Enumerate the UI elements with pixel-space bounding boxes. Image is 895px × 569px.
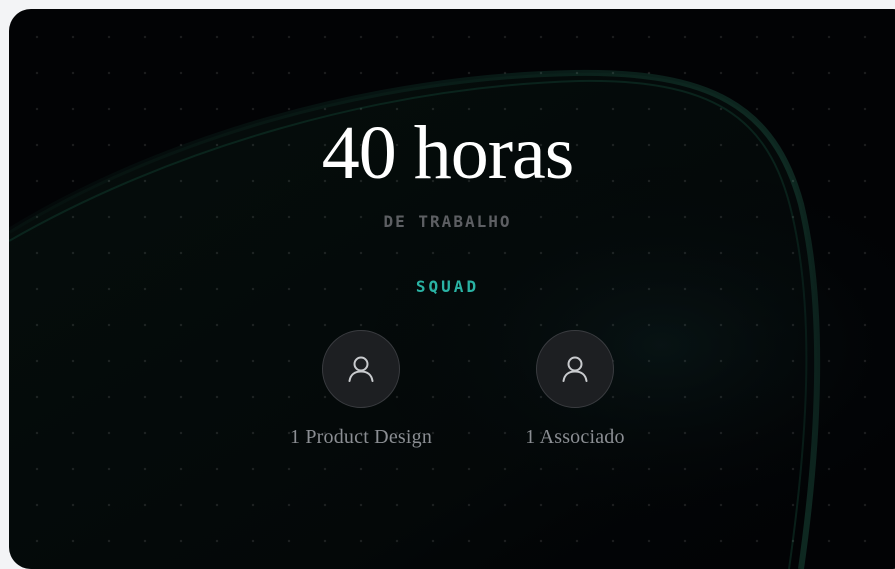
- hours-subtitle: DE TRABALHO: [383, 212, 512, 231]
- hours-title: 40 horas: [321, 111, 575, 195]
- squad-label: SQUAD: [415, 277, 480, 296]
- avatar: [536, 330, 614, 408]
- user-icon: [562, 356, 588, 382]
- squad-member-product-design: 1 Product Design: [241, 330, 481, 449]
- member-label: 1 Product Design: [289, 426, 433, 448]
- card-content: 40 horas DE TRABALHO SQUAD 1 Product Des…: [0, 0, 895, 546]
- user-icon: [348, 356, 374, 382]
- squad-member-associado: 1 Associado: [455, 330, 695, 449]
- avatar: [322, 330, 400, 408]
- member-label: 1 Associado: [525, 426, 625, 448]
